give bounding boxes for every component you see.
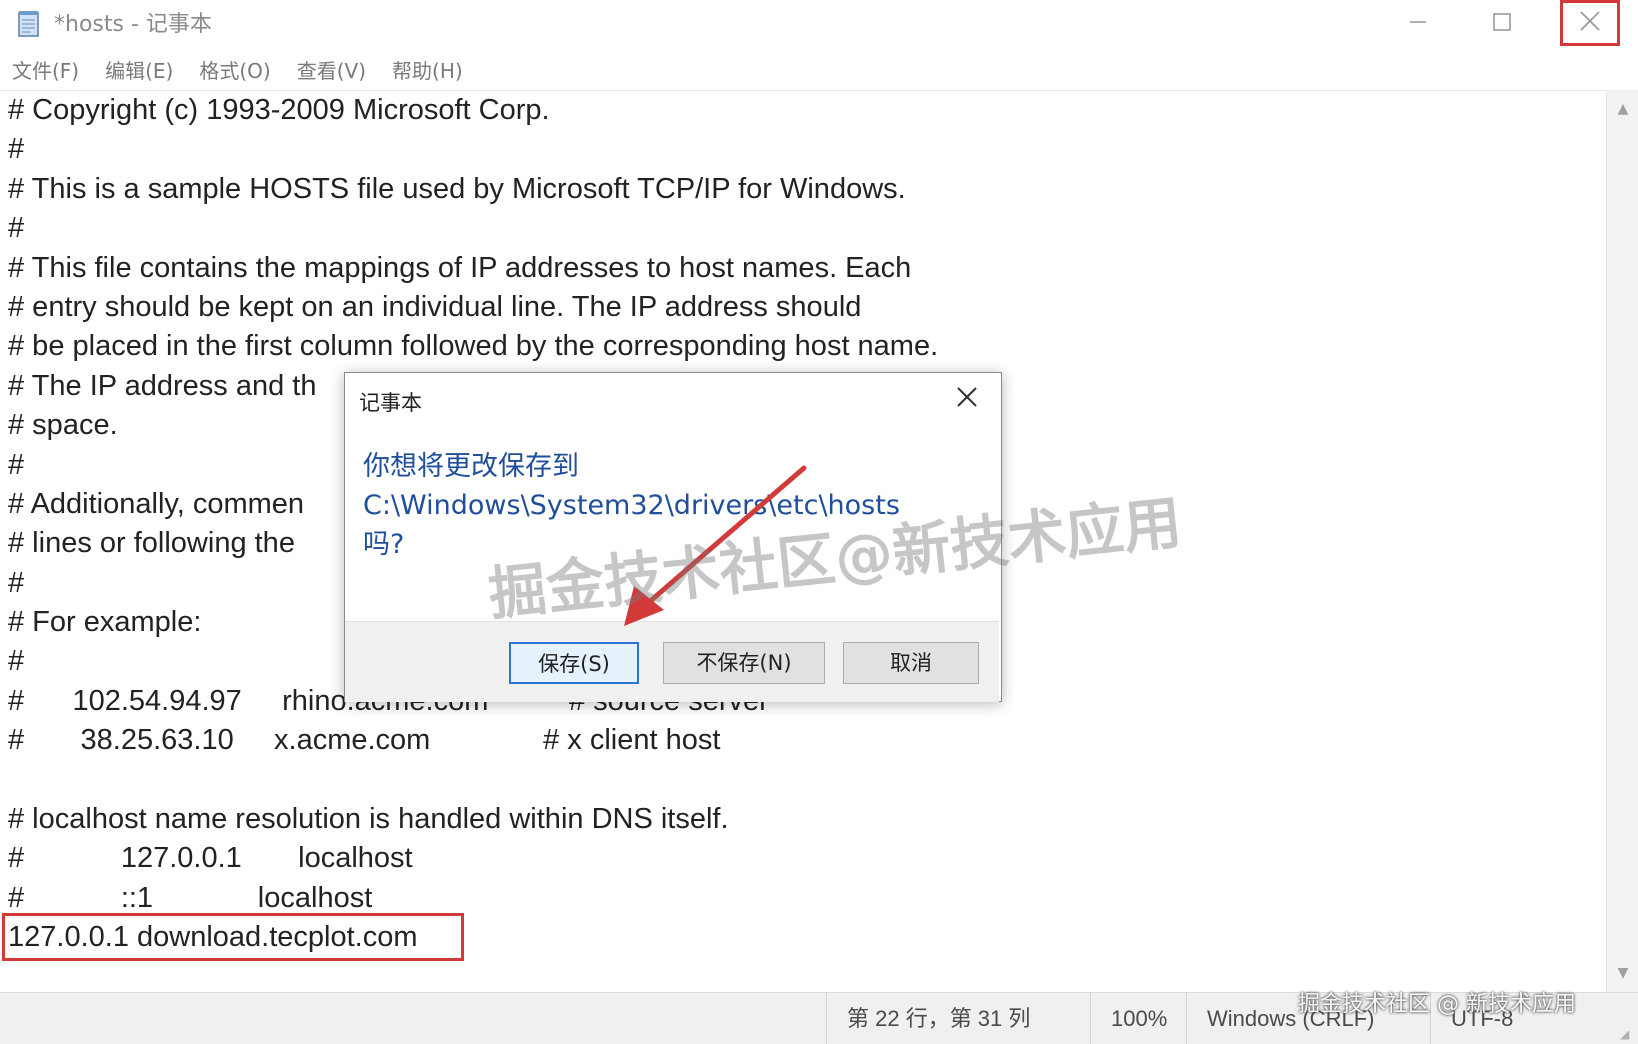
editor-line: # localhost name resolution is handled w… [8, 803, 729, 836]
window-title: *hosts - 记事本 [54, 12, 212, 37]
editor-line: # This file contains the mappings of IP … [8, 251, 912, 284]
menu-format[interactable]: 格式(O) [199, 56, 270, 86]
save-changes-dialog: 记事本 你想将更改保存到 C:\Windows\System32\drivers… [344, 372, 1002, 702]
vertical-scrollbar[interactable]: ▲ ▼ [1606, 90, 1638, 992]
editor-line: # Copyright (c) 1993-2009 Microsoft Corp… [8, 94, 550, 126]
maximize-icon [1492, 12, 1512, 36]
editor-line: # [8, 133, 25, 166]
scroll-down-icon[interactable]: ▼ [1607, 960, 1638, 986]
menu-bar: 文件(F) 编辑(E) 格式(O) 查看(V) 帮助(H) [0, 52, 1638, 90]
editor-line: # be placed in the first column followed… [8, 330, 939, 363]
dialog-close-button[interactable] [943, 379, 991, 419]
editor-line: # 127.0.0.1 localhost [8, 842, 413, 875]
minimize-icon [1408, 12, 1428, 36]
notepad-window: *hosts - 记事本 文件(F) 编辑(E) 格式(O) 查看(V) 帮助(… [0, 0, 1638, 1044]
editor-line: # entry should be kept on an individual … [8, 290, 862, 323]
dialog-message: 你想将更改保存到 C:\Windows\System32\drivers\etc… [363, 447, 973, 564]
notepad-icon [16, 10, 42, 38]
dialog-message-path: C:\Windows\System32\drivers\etc\hosts [363, 490, 900, 521]
editor-line [8, 761, 945, 800]
dialog-title: 记事本 [359, 391, 422, 415]
menu-view[interactable]: 查看(V) [297, 56, 366, 86]
close-icon [1579, 10, 1601, 36]
status-zoom: 100% [1090, 993, 1186, 1044]
scroll-up-icon[interactable]: ▲ [1607, 96, 1638, 122]
cancel-button[interactable]: 取消 [843, 642, 979, 684]
maximize-button[interactable] [1462, 0, 1542, 48]
dialog-message-line: 你想将更改保存到 [363, 451, 579, 482]
menu-help[interactable]: 帮助(H) [392, 56, 463, 86]
resize-grip-icon[interactable]: ◢ [1620, 1027, 1634, 1041]
status-position: 第 22 行，第 31 列 [826, 993, 1090, 1044]
title-bar: *hosts - 记事本 [0, 0, 1638, 50]
menu-file[interactable]: 文件(F) [12, 56, 79, 86]
dialog-footer: 保存(S) 不保存(N) 取消 [345, 621, 999, 702]
highlight-box [2, 913, 464, 961]
editor-line: # This is a sample HOSTS file used by Mi… [8, 172, 906, 205]
close-icon [956, 386, 978, 412]
editor-line: # 38.25.63.10 x.acme.com # x client host [8, 724, 721, 757]
minimize-button[interactable] [1378, 0, 1458, 48]
watermark-small: 掘金技术社区 @ 新技术应用 [1298, 992, 1576, 1017]
save-button[interactable]: 保存(S) [509, 642, 639, 684]
close-button[interactable] [1560, 0, 1620, 46]
dont-save-button[interactable]: 不保存(N) [663, 642, 825, 684]
menu-edit[interactable]: 编辑(E) [105, 56, 173, 86]
editor-line: # [8, 212, 25, 245]
dialog-message-line: 吗? [363, 529, 405, 560]
